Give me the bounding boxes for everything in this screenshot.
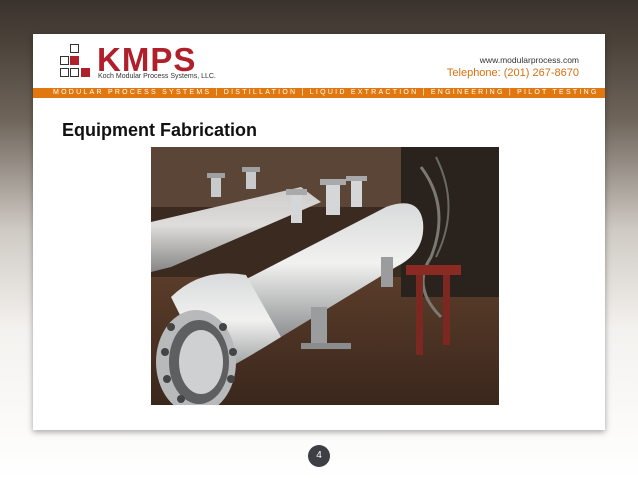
telephone-text: Telephone: (201) 267-8670 — [446, 67, 579, 79]
equipment-photo — [151, 147, 499, 405]
equipment-photo-drawing — [151, 147, 499, 405]
services-band: MODULAR PROCESS SYSTEMS | DISTILLATION |… — [33, 88, 605, 98]
page-number-badge: 4 — [308, 445, 330, 467]
logo-grid-icon — [57, 44, 93, 80]
contact-info: www.modularprocess.com Telephone: (201) … — [447, 55, 579, 79]
slide: KMPS Koch Modular Process Systems, LLC. … — [33, 34, 605, 430]
website-text: www.modularprocess.com — [479, 55, 579, 65]
slide-title: Equipment Fabrication — [62, 120, 258, 140]
kmps-logo: KMPS Koch Modular Process Systems, LLC. — [57, 42, 217, 84]
logo-subtitle: Koch Modular Process Systems, LLC. — [98, 73, 216, 80]
